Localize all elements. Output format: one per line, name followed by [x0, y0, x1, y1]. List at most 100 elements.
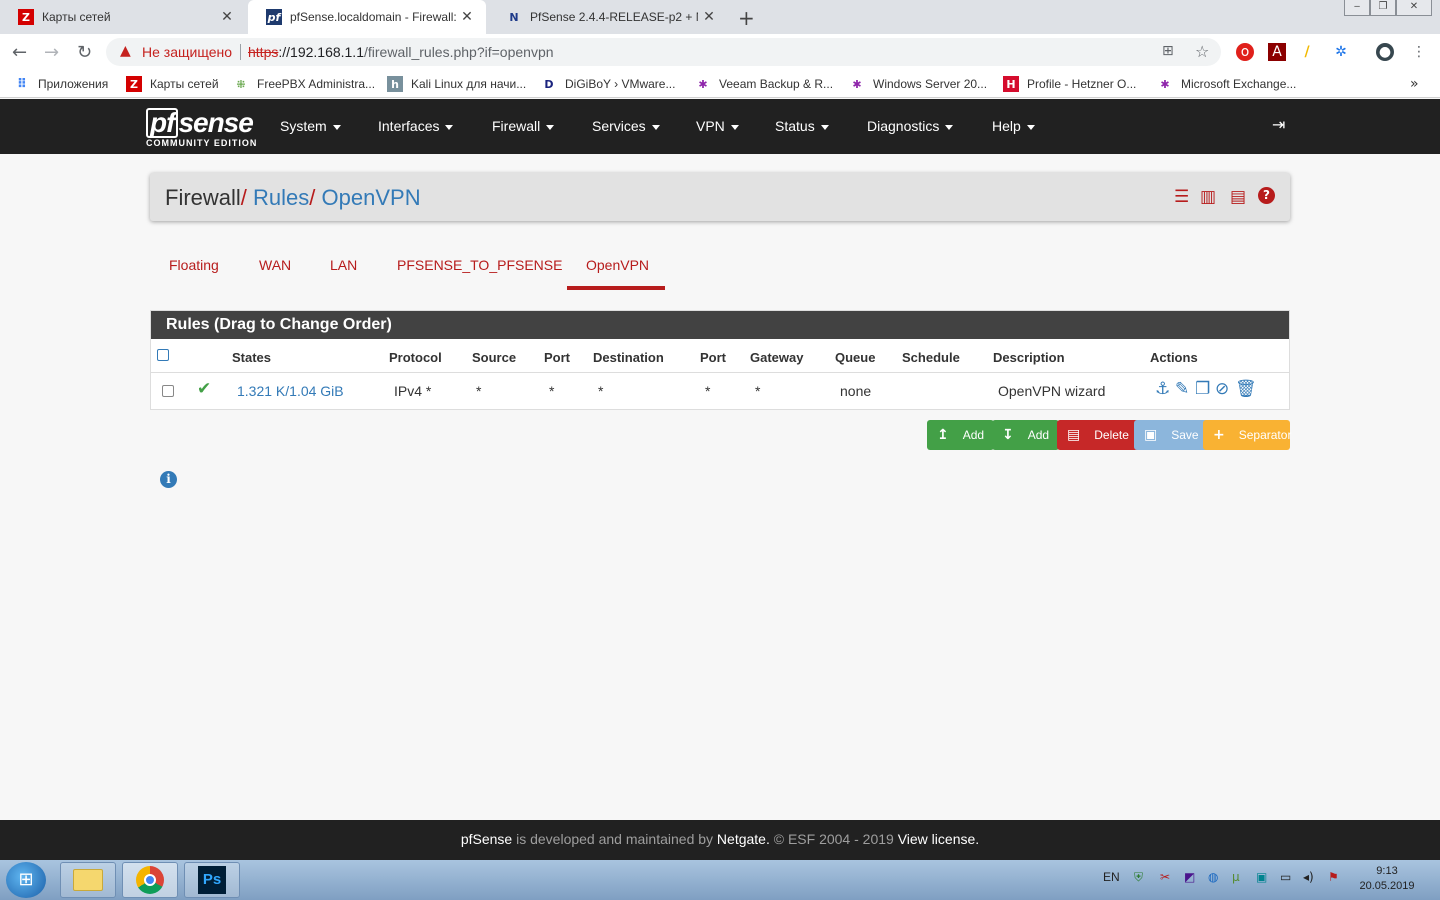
- opera-icon[interactable]: o: [1236, 43, 1254, 61]
- security-status[interactable]: Не защищено: [142, 44, 232, 60]
- close-window-icon[interactable]: ✕: [1396, 0, 1432, 16]
- hetzner-icon: H: [1003, 76, 1019, 92]
- button-label: Separator: [1238, 428, 1292, 442]
- help-icon[interactable]: ?: [1258, 187, 1275, 204]
- torrent-tray-icon[interactable]: µ: [1232, 870, 1240, 884]
- trash-icon[interactable]: 🗑: [1235, 379, 1257, 399]
- bookmark-apps[interactable]: ⠿ Приложения: [14, 76, 108, 92]
- taskbar-photoshop[interactable]: Ps: [184, 862, 240, 898]
- tab-wan[interactable]: WAN: [259, 257, 291, 273]
- separator-button[interactable]: + Separator: [1203, 420, 1292, 450]
- states-link[interactable]: 1.321 K/1.04 GiB: [237, 383, 344, 399]
- menu-dots-icon[interactable]: ⋮: [1410, 43, 1428, 61]
- breadcrumb-openvpn-link[interactable]: OpenVPN: [322, 185, 421, 210]
- edit-pencil-icon[interactable]: ✎: [1175, 379, 1189, 399]
- tab-lan[interactable]: LAN: [330, 257, 357, 273]
- close-tab-icon[interactable]: ✕: [698, 9, 720, 25]
- breadcrumb-rules-link[interactable]: Rules: [253, 185, 309, 210]
- add-top-button[interactable]: ↥ Add: [927, 420, 995, 450]
- copy-icon[interactable]: ❐: [1195, 379, 1210, 399]
- tab-floating[interactable]: Floating: [169, 257, 219, 273]
- system-clock[interactable]: 9:13 20.05.2019: [1352, 864, 1422, 894]
- check-icon[interactable]: ✔: [197, 379, 211, 399]
- bookmark-item[interactable]: Z Карты сетей: [126, 76, 219, 92]
- update-tray-icon[interactable]: ◍: [1208, 870, 1218, 884]
- tab-pfsense-to-pfsense[interactable]: PFSENSE_TO_PFSENSE: [397, 257, 562, 273]
- language-indicator[interactable]: EN: [1103, 870, 1120, 884]
- menu-interfaces[interactable]: Interfaces: [378, 118, 454, 134]
- browser-tab-active[interactable]: pf pfSense.localdomain - Firewall: R ✕: [248, 0, 486, 34]
- taskbar-explorer[interactable]: [60, 862, 116, 898]
- close-tab-icon[interactable]: ✕: [456, 9, 478, 25]
- more-bookmarks-icon[interactable]: »: [1410, 76, 1419, 92]
- translate-icon[interactable]: ⊞: [1162, 43, 1174, 59]
- column-header: Destination: [593, 350, 664, 365]
- new-tab-icon[interactable]: +: [738, 6, 755, 30]
- minimize-icon[interactable]: ‒: [1344, 0, 1370, 16]
- menu-label: Firewall: [492, 118, 541, 134]
- pfsense-logo[interactable]: pf sense: [146, 107, 254, 139]
- save-button[interactable]: ▣ Save: [1134, 420, 1209, 450]
- restore-icon[interactable]: ❐: [1370, 0, 1396, 16]
- menu-diagnostics[interactable]: Diagnostics: [867, 118, 954, 134]
- start-button[interactable]: ⊞: [6, 862, 46, 898]
- zabbix-icon: Z: [18, 9, 34, 25]
- profile-avatar[interactable]: ●: [1376, 43, 1394, 61]
- info-icon[interactable]: i: [160, 471, 177, 488]
- delete-button[interactable]: ▤ Delete: [1057, 420, 1139, 450]
- flag-tray-icon[interactable]: ⚑: [1328, 870, 1339, 884]
- menu-status[interactable]: Status: [775, 118, 829, 134]
- tab-openvpn[interactable]: OpenVPN: [586, 257, 649, 273]
- anchor-icon[interactable]: ⚓: [1155, 379, 1170, 399]
- reload-icon[interactable]: ↻: [77, 42, 92, 63]
- bookmark-item[interactable]: ✱ Microsoft Exchange...: [1157, 76, 1296, 92]
- app-tray-icon[interactable]: ◩: [1184, 870, 1195, 884]
- taskbar-chrome[interactable]: [122, 862, 178, 898]
- bookmark-item[interactable]: D DiGiBoY › VMware...: [541, 76, 675, 92]
- bookmark-item[interactable]: ⁜ FreePBX Administra...: [233, 76, 375, 92]
- extension-icon[interactable]: /: [1298, 43, 1316, 61]
- bookmark-star-icon[interactable]: ☆: [1195, 42, 1209, 61]
- menu-vpn[interactable]: VPN: [696, 118, 739, 134]
- windows-taskbar: ⊞ Ps EN ⛨ ✂ ◩ ◍ µ ▣ ▭ ◂) ⚑ 9:13 20.05.20…: [0, 860, 1440, 900]
- tool-tray-icon[interactable]: ✂: [1160, 870, 1170, 884]
- logout-icon[interactable]: ⇥: [1272, 115, 1285, 134]
- sliders-icon[interactable]: ☰: [1174, 187, 1189, 207]
- select-all-checkbox[interactable]: [157, 349, 169, 361]
- bookmark-label: Приложения: [38, 77, 109, 91]
- menu-system[interactable]: System: [280, 118, 341, 134]
- add-bottom-button[interactable]: ↧ Add: [992, 420, 1060, 450]
- pdf-icon[interactable]: A: [1268, 43, 1286, 61]
- display-tray-icon[interactable]: ▭: [1280, 870, 1291, 884]
- divider: [151, 372, 1289, 373]
- menu-services[interactable]: Services: [592, 118, 660, 134]
- row-checkbox[interactable]: [162, 385, 174, 397]
- network-tray-icon[interactable]: ▣: [1256, 870, 1267, 884]
- disable-icon[interactable]: ⊘: [1215, 379, 1229, 399]
- security-tray-icon[interactable]: ⛨: [1134, 870, 1143, 885]
- forward-icon[interactable]: →: [44, 42, 59, 63]
- browser-tab[interactable]: N PfSense 2.4.4-RELEASE-p2 + Mik ✕: [488, 0, 728, 34]
- url-text[interactable]: https://192.168.1.1/firewall_rules.php?i…: [248, 44, 554, 60]
- bookmark-item[interactable]: H Profile - Hetzner O...: [1003, 76, 1136, 92]
- browser-tab[interactable]: Z Карты сетей ✕: [0, 0, 246, 34]
- log-table-icon[interactable]: ▤: [1230, 187, 1246, 207]
- address-bar[interactable]: ▲ Не защищено https://192.168.1.1/firewa…: [106, 38, 1221, 66]
- bookmark-item[interactable]: ✱ Veeam Backup & R...: [695, 76, 833, 92]
- volume-icon[interactable]: ◂): [1303, 870, 1314, 884]
- habr-icon: h: [387, 76, 403, 92]
- bookmark-item[interactable]: ✱ Windows Server 20...: [849, 76, 987, 92]
- vpn-extension-icon[interactable]: ✲: [1332, 43, 1350, 61]
- bookmark-item[interactable]: h Kali Linux для начи...: [387, 76, 526, 92]
- button-label: Add: [962, 428, 985, 442]
- bookmark-label: Kali Linux для начи...: [411, 77, 527, 91]
- bar-chart-icon[interactable]: ▥: [1200, 187, 1216, 207]
- star-app-icon: ✱: [698, 77, 708, 91]
- back-icon[interactable]: ←: [12, 42, 27, 63]
- menu-firewall[interactable]: Firewall: [492, 118, 555, 134]
- netgate-link[interactable]: Netgate.: [717, 831, 770, 847]
- close-tab-icon[interactable]: ✕: [216, 9, 238, 25]
- menu-help[interactable]: Help: [992, 118, 1035, 134]
- view-license-link[interactable]: View license.: [898, 831, 979, 847]
- netgate-icon: N: [509, 10, 519, 24]
